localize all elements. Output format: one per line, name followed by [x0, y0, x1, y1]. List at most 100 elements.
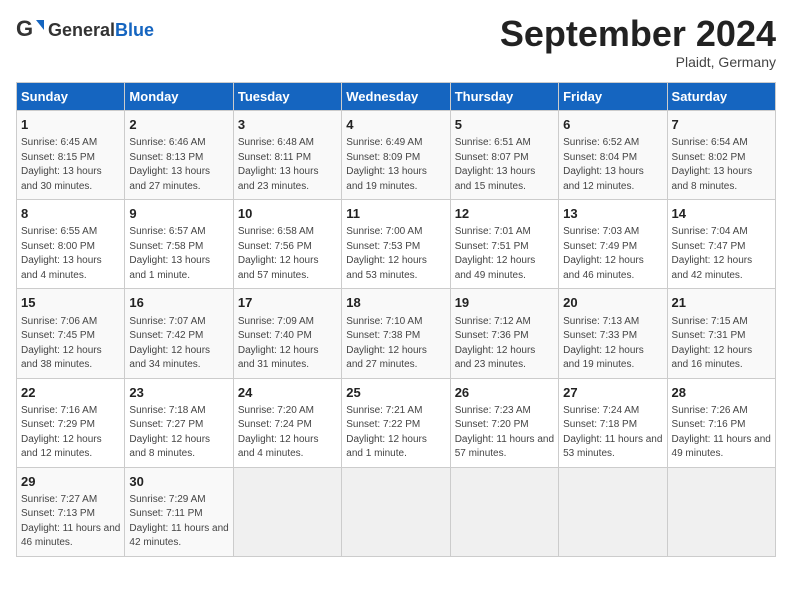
day-number: 26 [455, 384, 554, 402]
calendar-cell: 9 Sunrise: 6:57 AMSunset: 7:58 PMDayligh… [125, 200, 233, 289]
col-header-thursday: Thursday [450, 83, 558, 111]
month-title: September 2024 [500, 16, 776, 52]
day-number: 5 [455, 116, 554, 134]
calendar-cell: 7 Sunrise: 6:54 AMSunset: 8:02 PMDayligh… [667, 111, 775, 200]
svg-text:G: G [16, 16, 33, 41]
calendar-cell: 12 Sunrise: 7:01 AMSunset: 7:51 PMDaylig… [450, 200, 558, 289]
day-detail: Sunrise: 7:21 AMSunset: 7:22 PMDaylight:… [346, 404, 445, 462]
logo: G GeneralBlue [16, 16, 154, 44]
day-detail: Sunrise: 7:13 AMSunset: 7:33 PMDaylight:… [563, 315, 662, 373]
calendar-cell: 23 Sunrise: 7:18 AMSunset: 7:27 PMDaylig… [125, 378, 233, 467]
calendar-cell [450, 467, 558, 556]
day-detail: Sunrise: 7:15 AMSunset: 7:31 PMDaylight:… [672, 315, 771, 373]
calendar-cell: 20 Sunrise: 7:13 AMSunset: 7:33 PMDaylig… [559, 289, 667, 378]
day-detail: Sunrise: 6:58 AMSunset: 7:56 PMDaylight:… [238, 225, 337, 283]
day-detail: Sunrise: 7:16 AMSunset: 7:29 PMDaylight:… [21, 404, 120, 462]
calendar-cell: 15 Sunrise: 7:06 AMSunset: 7:45 PMDaylig… [17, 289, 125, 378]
calendar-cell: 27 Sunrise: 7:24 AMSunset: 7:18 PMDaylig… [559, 378, 667, 467]
day-detail: Sunrise: 6:57 AMSunset: 7:58 PMDaylight:… [129, 225, 228, 283]
day-number: 3 [238, 116, 337, 134]
day-detail: Sunrise: 6:45 AMSunset: 8:15 PMDaylight:… [21, 136, 120, 194]
day-detail: Sunrise: 6:46 AMSunset: 8:13 PMDaylight:… [129, 136, 228, 194]
col-header-monday: Monday [125, 83, 233, 111]
calendar-cell: 2 Sunrise: 6:46 AMSunset: 8:13 PMDayligh… [125, 111, 233, 200]
calendar-cell: 29 Sunrise: 7:27 AMSunset: 7:13 PMDaylig… [17, 467, 125, 556]
calendar-week-3: 15 Sunrise: 7:06 AMSunset: 7:45 PMDaylig… [17, 289, 776, 378]
calendar-cell: 24 Sunrise: 7:20 AMSunset: 7:24 PMDaylig… [233, 378, 341, 467]
day-detail: Sunrise: 7:10 AMSunset: 7:38 PMDaylight:… [346, 315, 445, 373]
day-detail: Sunrise: 7:18 AMSunset: 7:27 PMDaylight:… [129, 404, 228, 462]
col-header-sunday: Sunday [17, 83, 125, 111]
day-number: 30 [129, 473, 228, 491]
day-number: 9 [129, 205, 228, 223]
day-detail: Sunrise: 7:24 AMSunset: 7:18 PMDaylight:… [563, 404, 662, 462]
day-number: 25 [346, 384, 445, 402]
day-number: 24 [238, 384, 337, 402]
calendar-cell: 10 Sunrise: 6:58 AMSunset: 7:56 PMDaylig… [233, 200, 341, 289]
day-number: 2 [129, 116, 228, 134]
calendar-week-2: 8 Sunrise: 6:55 AMSunset: 8:00 PMDayligh… [17, 200, 776, 289]
calendar-cell: 11 Sunrise: 7:00 AMSunset: 7:53 PMDaylig… [342, 200, 450, 289]
calendar-cell: 13 Sunrise: 7:03 AMSunset: 7:49 PMDaylig… [559, 200, 667, 289]
day-number: 12 [455, 205, 554, 223]
day-number: 1 [21, 116, 120, 134]
calendar-cell: 16 Sunrise: 7:07 AMSunset: 7:42 PMDaylig… [125, 289, 233, 378]
logo-general: General [48, 20, 115, 40]
day-detail: Sunrise: 6:48 AMSunset: 8:11 PMDaylight:… [238, 136, 337, 194]
day-number: 28 [672, 384, 771, 402]
calendar-cell: 17 Sunrise: 7:09 AMSunset: 7:40 PMDaylig… [233, 289, 341, 378]
day-number: 17 [238, 294, 337, 312]
day-number: 15 [21, 294, 120, 312]
calendar-cell [667, 467, 775, 556]
calendar-cell: 1 Sunrise: 6:45 AMSunset: 8:15 PMDayligh… [17, 111, 125, 200]
calendar-cell: 28 Sunrise: 7:26 AMSunset: 7:16 PMDaylig… [667, 378, 775, 467]
calendar-cell: 4 Sunrise: 6:49 AMSunset: 8:09 PMDayligh… [342, 111, 450, 200]
calendar-cell: 19 Sunrise: 7:12 AMSunset: 7:36 PMDaylig… [450, 289, 558, 378]
day-number: 16 [129, 294, 228, 312]
calendar-cell: 5 Sunrise: 6:51 AMSunset: 8:07 PMDayligh… [450, 111, 558, 200]
day-number: 20 [563, 294, 662, 312]
day-number: 19 [455, 294, 554, 312]
day-number: 13 [563, 205, 662, 223]
day-detail: Sunrise: 7:12 AMSunset: 7:36 PMDaylight:… [455, 315, 554, 373]
day-number: 6 [563, 116, 662, 134]
calendar-cell: 8 Sunrise: 6:55 AMSunset: 8:00 PMDayligh… [17, 200, 125, 289]
calendar-cell [559, 467, 667, 556]
calendar-table: SundayMondayTuesdayWednesdayThursdayFrid… [16, 82, 776, 557]
day-detail: Sunrise: 7:04 AMSunset: 7:47 PMDaylight:… [672, 225, 771, 283]
day-detail: Sunrise: 7:27 AMSunset: 7:13 PMDaylight:… [21, 493, 120, 551]
logo-icon: G [16, 16, 44, 44]
day-number: 7 [672, 116, 771, 134]
day-detail: Sunrise: 7:07 AMSunset: 7:42 PMDaylight:… [129, 315, 228, 373]
calendar-week-4: 22 Sunrise: 7:16 AMSunset: 7:29 PMDaylig… [17, 378, 776, 467]
header-row: SundayMondayTuesdayWednesdayThursdayFrid… [17, 83, 776, 111]
calendar-cell: 14 Sunrise: 7:04 AMSunset: 7:47 PMDaylig… [667, 200, 775, 289]
calendar-cell: 22 Sunrise: 7:16 AMSunset: 7:29 PMDaylig… [17, 378, 125, 467]
day-detail: Sunrise: 7:09 AMSunset: 7:40 PMDaylight:… [238, 315, 337, 373]
calendar-cell: 18 Sunrise: 7:10 AMSunset: 7:38 PMDaylig… [342, 289, 450, 378]
col-header-friday: Friday [559, 83, 667, 111]
day-number: 18 [346, 294, 445, 312]
day-detail: Sunrise: 7:01 AMSunset: 7:51 PMDaylight:… [455, 225, 554, 283]
calendar-cell: 25 Sunrise: 7:21 AMSunset: 7:22 PMDaylig… [342, 378, 450, 467]
calendar-week-5: 29 Sunrise: 7:27 AMSunset: 7:13 PMDaylig… [17, 467, 776, 556]
day-detail: Sunrise: 7:26 AMSunset: 7:16 PMDaylight:… [672, 404, 771, 462]
day-detail: Sunrise: 7:20 AMSunset: 7:24 PMDaylight:… [238, 404, 337, 462]
title-area: September 2024 Plaidt, Germany [500, 16, 776, 70]
day-detail: Sunrise: 7:00 AMSunset: 7:53 PMDaylight:… [346, 225, 445, 283]
day-detail: Sunrise: 6:49 AMSunset: 8:09 PMDaylight:… [346, 136, 445, 194]
day-detail: Sunrise: 7:29 AMSunset: 7:11 PMDaylight:… [129, 493, 228, 551]
col-header-saturday: Saturday [667, 83, 775, 111]
calendar-cell: 26 Sunrise: 7:23 AMSunset: 7:20 PMDaylig… [450, 378, 558, 467]
day-detail: Sunrise: 6:52 AMSunset: 8:04 PMDaylight:… [563, 136, 662, 194]
calendar-cell: 30 Sunrise: 7:29 AMSunset: 7:11 PMDaylig… [125, 467, 233, 556]
day-number: 22 [21, 384, 120, 402]
day-detail: Sunrise: 7:23 AMSunset: 7:20 PMDaylight:… [455, 404, 554, 462]
day-number: 23 [129, 384, 228, 402]
day-detail: Sunrise: 6:54 AMSunset: 8:02 PMDaylight:… [672, 136, 771, 194]
day-number: 4 [346, 116, 445, 134]
day-detail: Sunrise: 6:55 AMSunset: 8:00 PMDaylight:… [21, 225, 120, 283]
calendar-week-1: 1 Sunrise: 6:45 AMSunset: 8:15 PMDayligh… [17, 111, 776, 200]
day-number: 27 [563, 384, 662, 402]
day-detail: Sunrise: 6:51 AMSunset: 8:07 PMDaylight:… [455, 136, 554, 194]
